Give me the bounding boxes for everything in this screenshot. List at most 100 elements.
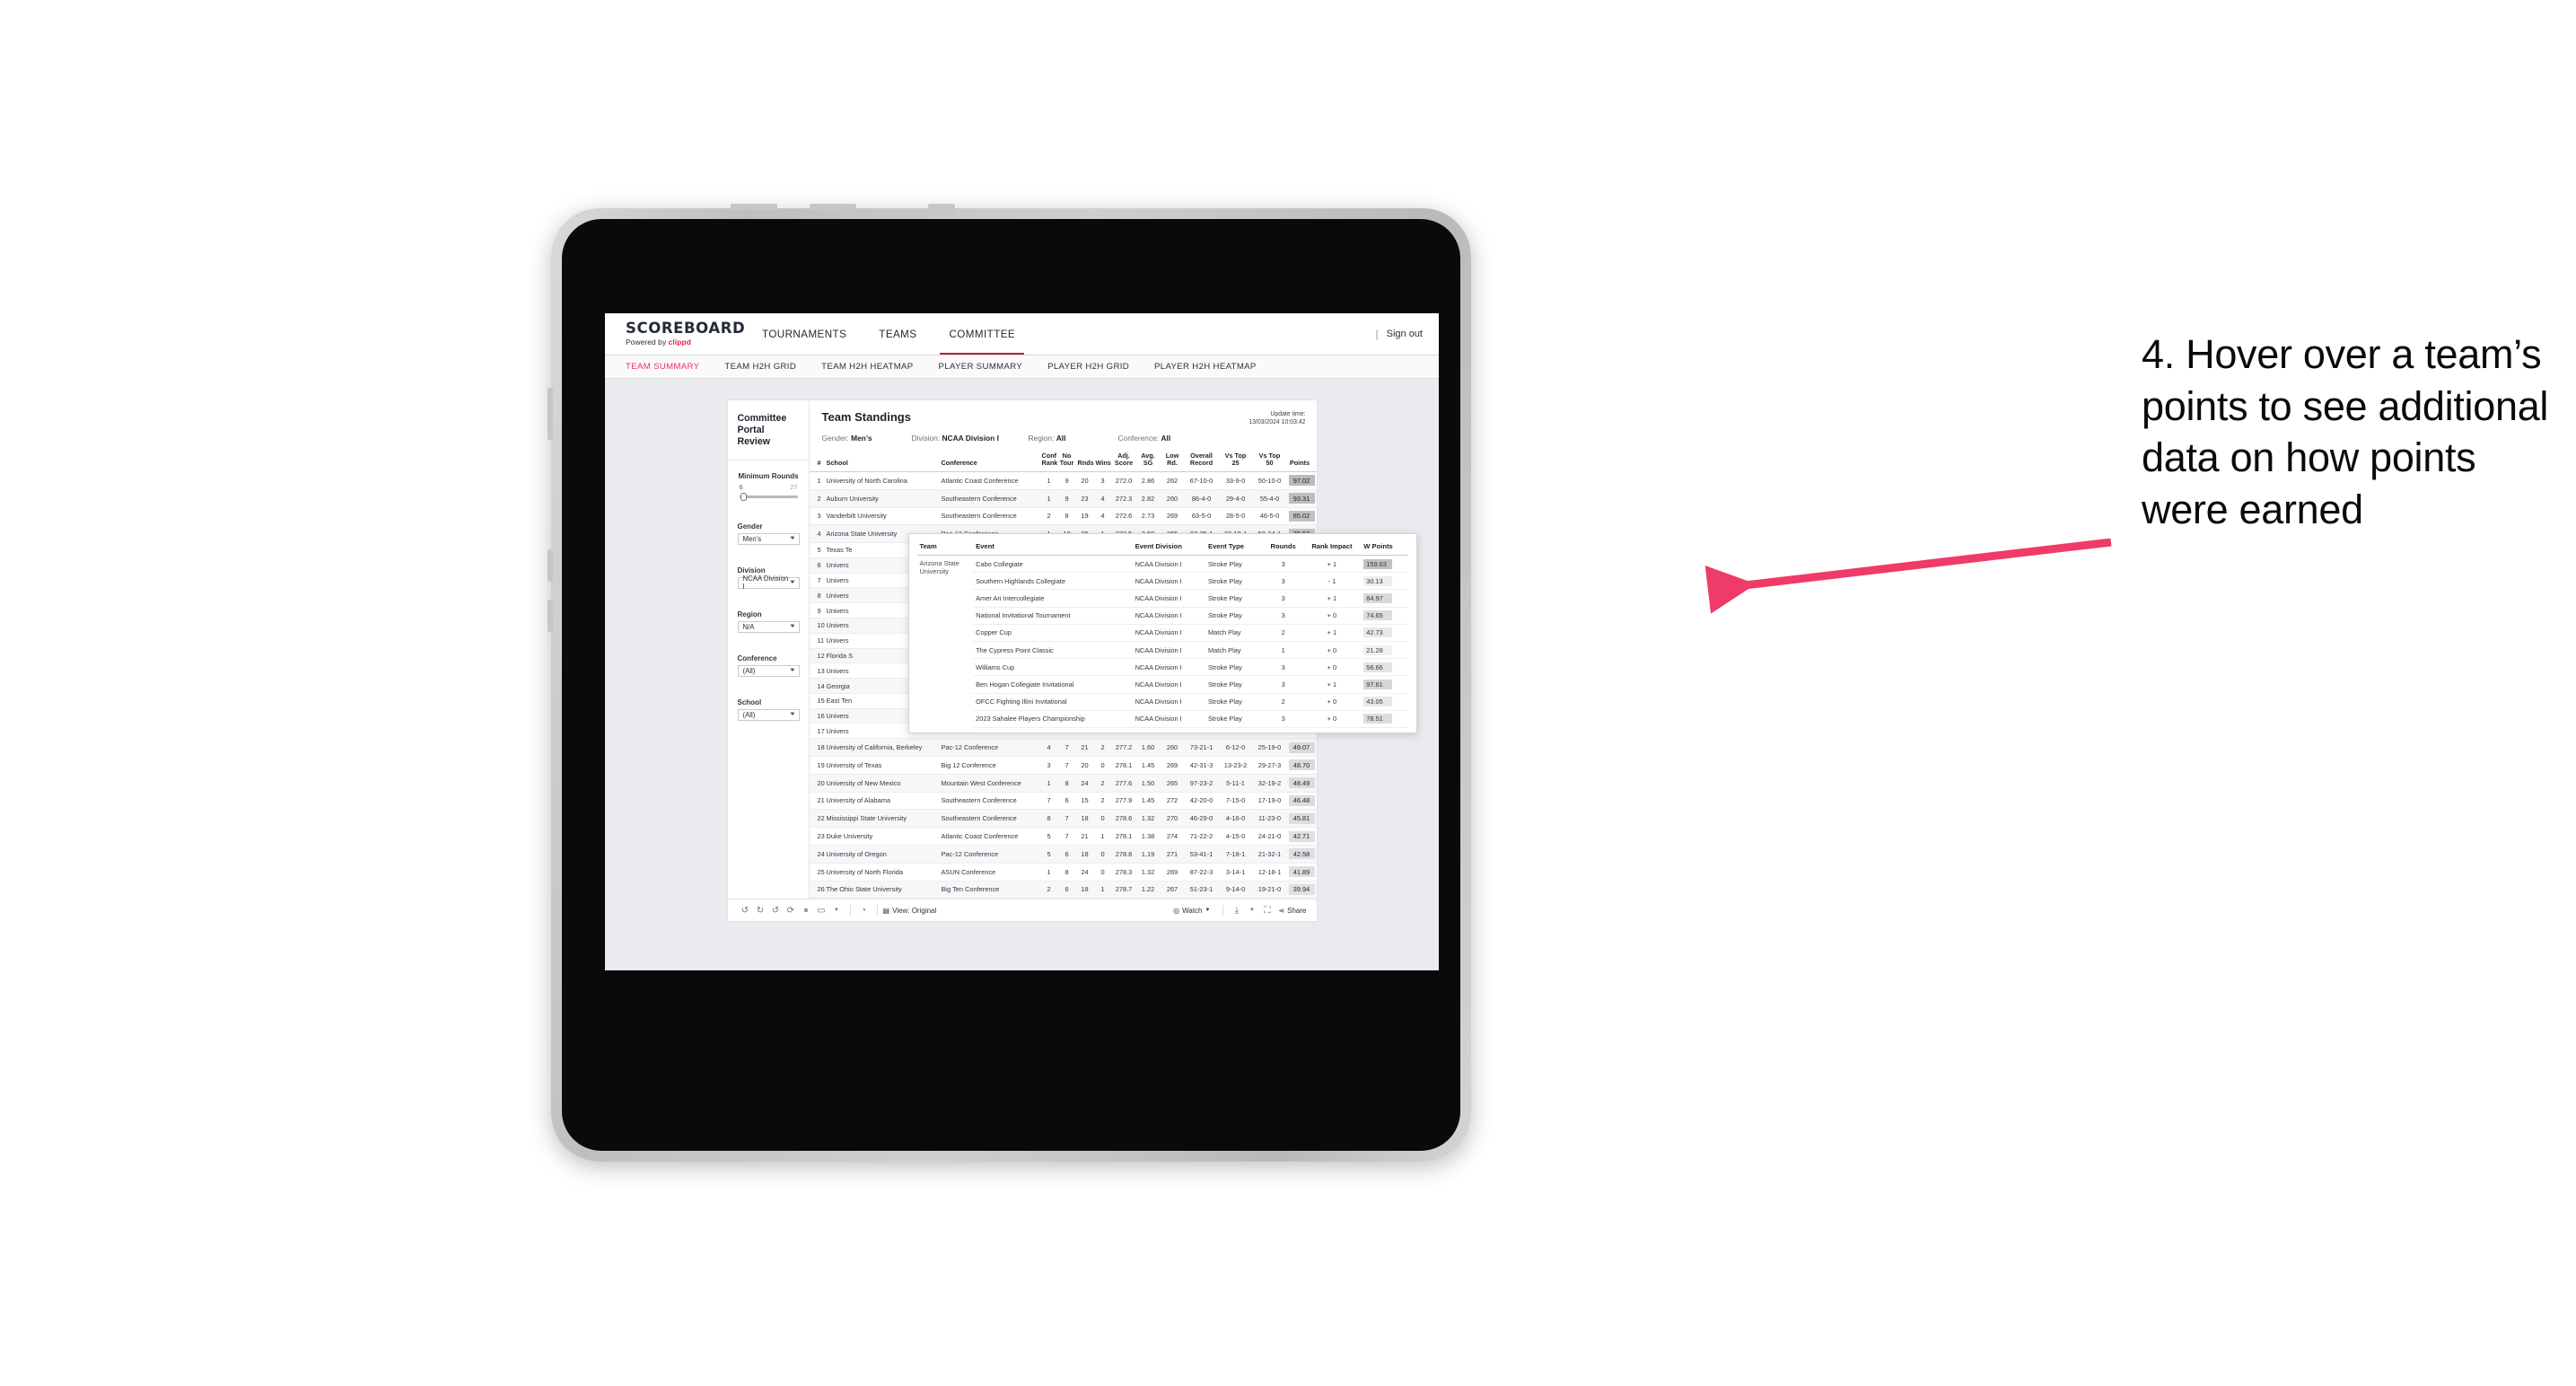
nav-tournaments[interactable]: TOURNAMENTS [746,313,863,355]
points-value[interactable]: 97.02 [1288,475,1315,487]
tab-team-h2h-heatmap[interactable]: TEAM H2H HEATMAP [821,362,913,372]
points-value[interactable]: 93.31 [1288,493,1315,504]
cell-points[interactable]: 93.31 [1286,489,1317,508]
th-vs-top-50[interactable]: Vs Top 50 [1252,450,1287,472]
th-conf-rank[interactable]: Conf Rank [1039,450,1058,472]
cell-points[interactable]: 48.70 [1286,756,1317,775]
revert-icon[interactable]: ↺ [768,903,784,918]
cell-adj-score: 278.7 [1111,881,1136,899]
chevron-down-icon[interactable]: ▼ [1244,903,1259,918]
tab-team-h2h-grid[interactable]: TEAM H2H GRID [724,362,796,372]
chevron-down-icon[interactable]: ▼ [829,903,845,918]
fullscreen-icon[interactable]: ⛶ [1259,903,1275,918]
th-vs-top-25[interactable]: Vs Top 25 [1218,450,1253,472]
points-value[interactable]: 48.49 [1288,777,1315,789]
table-row[interactable]: 21 University of Alabama Southeastern Conf… [809,792,1317,811]
conference-filter-select[interactable]: (All) ▼ [737,664,800,677]
table-row[interactable]: 3 Vanderbilt University Southeastern Confe… [809,507,1317,526]
brand-logo[interactable]: SCOREBOARD Powered by clippd [605,319,746,346]
points-value[interactable]: 46.48 [1288,794,1315,806]
gender-filter-select[interactable]: Men’s ▼ [737,532,800,545]
th-overall-record[interactable]: Overall Record [1184,450,1219,472]
signout-link[interactable]: Sign out [1387,329,1423,339]
cell-points[interactable]: 45.81 [1286,809,1317,829]
th-rnds[interactable]: Rnds [1075,450,1094,472]
cell-points[interactable]: 42.58 [1286,845,1317,864]
brand-name: SCOREBOARD [626,319,746,337]
th-no-tour[interactable]: No Tour [1057,450,1076,472]
table-row[interactable]: 1 University of North Carolina Atlantic Co… [809,471,1317,490]
table-row[interactable]: 23 Duke University Atlantic Coast Conferen… [809,827,1317,846]
view-original-button[interactable]: ▤ View: Original [883,907,937,915]
table-row[interactable]: 25 University of North Florida ASUN Confer… [809,863,1317,882]
filter-spacer-1 [728,501,809,522]
tab-player-summary[interactable]: PLAYER SUMMARY [939,362,1023,372]
cell-points[interactable]: 41.89 [1286,863,1317,882]
table-row[interactable]: 22 Mississippi State University Southeaste… [809,809,1317,829]
table-row[interactable]: 2 Auburn University Southeastern Conferenc… [809,489,1317,508]
school-filter-select[interactable]: (All) ▼ [737,708,800,721]
alerts-icon[interactable]: ▭ [814,903,829,918]
table-row[interactable]: 26 The Ohio State University Big Ten Confe… [809,881,1317,899]
undo-icon[interactable]: ↺ [738,903,753,918]
pause-icon[interactable]: ⏸ [799,903,814,918]
tab-player-h2h-grid[interactable]: PLAYER H2H GRID [1047,362,1129,372]
th-school[interactable]: School [824,450,940,472]
points-value[interactable]: 39.94 [1288,883,1315,895]
cell-points[interactable]: 85.02 [1286,507,1317,526]
points-value[interactable]: 42.71 [1288,830,1315,842]
th-wins[interactable]: Wins [1093,450,1112,472]
cell-adj-score: 278.1 [1111,756,1136,775]
table-row[interactable]: 24 University of Oregon Pac-12 Conference 5… [809,845,1317,864]
cell-points[interactable]: 97.02 [1286,471,1317,490]
points-value[interactable]: 41.89 [1288,866,1315,878]
tab-player-h2h-heatmap[interactable]: PLAYER H2H HEATMAP [1154,362,1257,372]
cell-points[interactable]: 39.94 [1286,881,1317,899]
cell-wins: 4 [1093,489,1112,508]
toolbar-divider-2 [876,905,878,917]
signout-divider: | [1375,328,1379,340]
cell-rnds: 21 [1075,827,1094,846]
cell-points[interactable]: 42.71 [1286,827,1317,846]
download-icon[interactable]: ⤓ [1229,903,1244,918]
cell-points[interactable]: 48.49 [1286,774,1317,793]
cell-conference: Big Ten Conference [939,881,1040,899]
cell-points[interactable]: 49.07 [1286,738,1317,758]
cell-vs-top-25: 4-15-0 [1218,827,1253,846]
th-avg-sg[interactable]: Avg. SG [1135,450,1161,472]
division-filter-select[interactable]: NCAA Division I ▼ [737,575,800,591]
redo-icon[interactable]: ↻ [753,903,768,918]
th-low-rd[interactable]: Low Rd. [1160,450,1185,472]
th-points[interactable]: Points [1286,450,1317,472]
nav-teams[interactable]: TEAMS [863,313,933,355]
th-conference[interactable]: Conference [939,450,1040,472]
summary-gender: Gender: Men’s [822,434,912,443]
tab-team-summary[interactable]: TEAM SUMMARY [626,362,699,372]
points-value[interactable]: 45.81 [1288,812,1315,824]
cell-points[interactable]: 46.48 [1286,792,1317,811]
minimum-rounds-label: Minimum Rounds [738,471,799,480]
chevron-down-icon: ▼ [1205,908,1211,914]
table-row[interactable]: 19 University of Texas Big 12 Conference 3 7… [809,756,1317,775]
cell-wins: 0 [1093,756,1112,775]
points-value[interactable]: 49.07 [1288,741,1315,753]
refresh-icon[interactable]: ⟳ [784,903,799,918]
points-value[interactable]: 85.02 [1288,510,1315,522]
th-rank[interactable]: # [809,450,825,472]
minimum-rounds-slider[interactable] [739,492,798,501]
slider-handle[interactable] [740,492,747,501]
nav-committee[interactable]: COMMITTEE [933,313,1031,355]
tooltip-row: Southern Highlands Collegiate NCAA Divisi… [917,572,1408,591]
th-adj-score[interactable]: Adj. Score [1111,450,1136,472]
tooltip-w-points: 30.13 [1361,572,1408,591]
watch-button[interactable]: ◎ Watch ▼ [1173,907,1210,915]
points-value[interactable]: 48.70 [1288,759,1315,771]
clock-icon[interactable]: ◔ [856,903,872,918]
region-filter-select[interactable]: N/A ▼ [737,620,800,633]
table-row[interactable]: 18 University of California, Berkeley Pac-… [809,738,1317,758]
tablet-top-button-1 [731,204,777,210]
points-value[interactable]: 42.58 [1288,848,1315,860]
share-button[interactable]: ⋖ Share [1278,907,1306,915]
th-conf-rank-l2: Rank [1041,458,1058,467]
table-row[interactable]: 20 University of New Mexico Mountain West … [809,774,1317,793]
